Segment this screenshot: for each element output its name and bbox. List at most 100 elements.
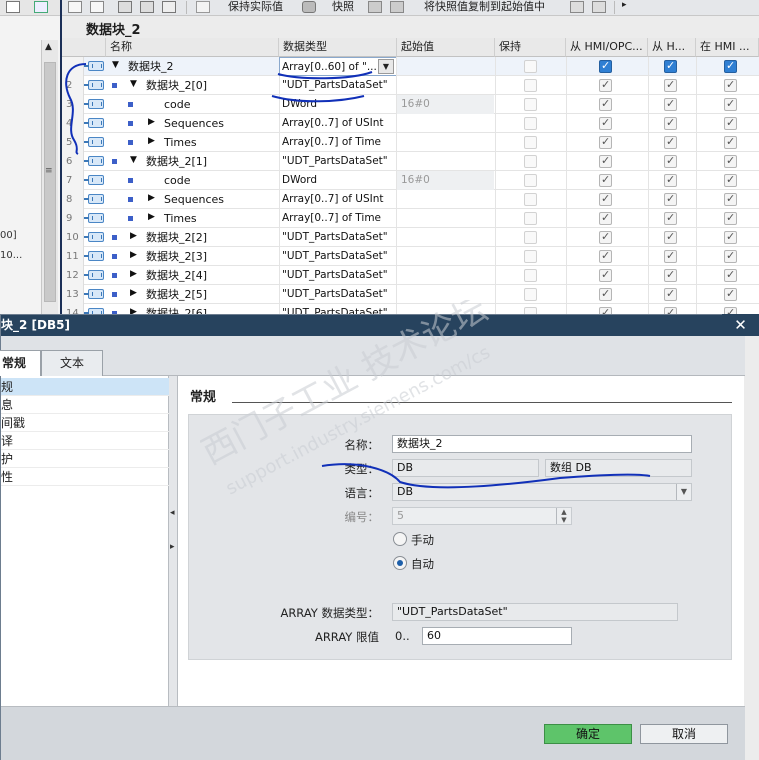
from-h-checkbox[interactable] (664, 135, 677, 149)
row-name[interactable]: 数据块_2[3] (146, 247, 207, 266)
in-hmi-checkbox[interactable] (724, 59, 737, 73)
expand-arrow-icon[interactable]: ▶ (148, 136, 155, 146)
hmi-opc-checkbox[interactable] (599, 268, 612, 282)
from-h-checkbox[interactable] (664, 287, 677, 301)
row-name[interactable]: Sequences (164, 114, 224, 133)
table-row[interactable]: 10 ▶ 数据块_2[2] "UDT_PartsDataSet" (62, 228, 759, 247)
expand-arrow-icon[interactable]: ▶ (130, 288, 137, 298)
header-in-hmi[interactable]: 在 HMI ... (696, 38, 759, 57)
hmi-opc-checkbox[interactable] (599, 154, 612, 168)
table-row[interactable]: ▼ 数据块_2 Array[0..60] of "... ▼ (62, 57, 759, 76)
expand-right-icon[interactable]: ▸ (170, 542, 175, 552)
retain-checkbox[interactable] (524, 79, 537, 92)
row-start-value[interactable] (396, 266, 494, 285)
snapshot-cam-icon[interactable] (302, 1, 316, 13)
table-row[interactable]: 3 code DWord 16#0 (62, 95, 759, 114)
nav-item-attributes[interactable]: 性 (1, 468, 169, 486)
from-h-checkbox[interactable] (664, 230, 677, 244)
in-hmi-checkbox[interactable] (724, 211, 737, 225)
ok-button[interactable]: 确定 (544, 724, 632, 744)
left-scrollbar[interactable]: ▲ ≡ (41, 40, 58, 320)
row-start-value[interactable] (396, 57, 494, 76)
paste-icon[interactable] (390, 1, 404, 13)
hmi-opc-checkbox[interactable] (599, 116, 612, 130)
row-name[interactable]: 数据块_2[1] (146, 152, 207, 171)
row-start-value[interactable] (396, 247, 494, 266)
nav-item-compile[interactable]: 译 (1, 432, 169, 450)
row-name[interactable]: 数据块_2[0] (146, 76, 207, 95)
row-name[interactable]: 数据块_2[4] (146, 266, 207, 285)
hmi-opc-checkbox[interactable] (599, 173, 612, 187)
retain-checkbox[interactable] (524, 174, 537, 187)
hmi-opc-checkbox[interactable] (599, 230, 612, 244)
from-h-checkbox[interactable] (664, 192, 677, 206)
expand-arrow-icon[interactable]: ▶ (130, 269, 137, 279)
save-icon[interactable] (592, 1, 606, 13)
nav-item-timestamp[interactable]: 间戳 (1, 414, 169, 432)
header-datatype[interactable]: 数据类型 (279, 38, 397, 57)
row-name[interactable]: Times (164, 209, 197, 228)
row-start-value[interactable] (396, 228, 494, 247)
snapshot-button[interactable]: 快照 (332, 0, 354, 14)
collapse-icon[interactable] (140, 1, 154, 13)
tab-text[interactable]: 文本 (41, 350, 103, 376)
hmi-opc-checkbox[interactable] (599, 211, 612, 225)
collapse-arrow-icon[interactable]: ▼ (130, 79, 137, 89)
row-datatype[interactable]: "UDT_PartsDataSet" (279, 76, 397, 95)
copy-snapshot-button[interactable]: 将快照值复制到起始值中 (424, 0, 545, 14)
retain-checkbox[interactable] (524, 231, 537, 244)
in-hmi-checkbox[interactable] (724, 230, 737, 244)
from-h-checkbox[interactable] (664, 268, 677, 282)
from-h-checkbox[interactable] (664, 78, 677, 92)
in-hmi-checkbox[interactable] (724, 116, 737, 130)
row-start-value[interactable] (396, 152, 494, 171)
table-row[interactable]: 7 code DWord 16#0 (62, 171, 759, 190)
tab-general[interactable]: 常规 (0, 350, 41, 376)
table-row[interactable]: 6 ▼ 数据块_2[1] "UDT_PartsDataSet" (62, 152, 759, 171)
expand-arrow-icon[interactable]: ▶ (148, 193, 155, 203)
in-hmi-checkbox[interactable] (724, 97, 737, 111)
table-row[interactable]: 12 ▶ 数据块_2[4] "UDT_PartsDataSet" (62, 266, 759, 285)
row-name[interactable]: code (164, 171, 191, 190)
collapse-left-icon[interactable]: ◂ (170, 508, 175, 518)
from-h-checkbox[interactable] (664, 173, 677, 187)
in-hmi-checkbox[interactable] (724, 154, 737, 168)
insert-row-icon[interactable] (68, 1, 82, 13)
retain-checkbox[interactable] (524, 117, 537, 130)
row-start-value[interactable] (396, 209, 494, 228)
row-start-value[interactable] (396, 133, 494, 152)
row-name[interactable]: code (164, 95, 191, 114)
collapse-arrow-icon[interactable]: ▼ (112, 60, 119, 70)
in-hmi-checkbox[interactable] (724, 268, 737, 282)
manual-radio[interactable] (393, 532, 407, 546)
chevron-down-icon[interactable]: ▼ (676, 484, 691, 500)
nav-item-info[interactable]: 息 (1, 396, 169, 414)
copy-icon[interactable] (368, 1, 382, 13)
row-start-value[interactable] (396, 76, 494, 95)
row-start-value[interactable] (396, 190, 494, 209)
nav-item-protection[interactable]: 护 (1, 450, 169, 468)
expand-arrow-icon[interactable]: ▶ (148, 117, 155, 127)
in-hmi-checkbox[interactable] (724, 173, 737, 187)
from-h-checkbox[interactable] (664, 154, 677, 168)
row-name[interactable]: 数据块_2[5] (146, 285, 207, 304)
row-datatype[interactable]: "UDT_PartsDataSet" (279, 285, 397, 304)
list-icon[interactable] (34, 1, 48, 13)
in-hmi-checkbox[interactable] (724, 287, 737, 301)
datatype-dropdown-icon[interactable]: ▼ (378, 59, 394, 74)
row-start-value[interactable] (396, 114, 494, 133)
row-name[interactable]: 数据块_2 (128, 57, 174, 76)
keep-actual-button[interactable]: 保持实际值 (228, 0, 283, 14)
row-datatype[interactable]: "UDT_PartsDataSet" (279, 228, 397, 247)
retain-checkbox[interactable] (524, 136, 537, 149)
from-h-checkbox[interactable] (664, 97, 677, 111)
load-icon[interactable] (570, 1, 584, 13)
retain-checkbox[interactable] (524, 193, 537, 206)
table-row[interactable]: 5 ▶ Times Array[0..7] of Time (62, 133, 759, 152)
number-field[interactable]: 5 ▲ ▼ (392, 507, 572, 525)
spin-icon[interactable]: ▲ ▼ (556, 508, 571, 524)
hmi-opc-checkbox[interactable] (599, 192, 612, 206)
expand-arrow-icon[interactable]: ▶ (148, 212, 155, 222)
expand-icon[interactable] (118, 1, 132, 13)
language-select[interactable]: DB ▼ (392, 483, 692, 501)
